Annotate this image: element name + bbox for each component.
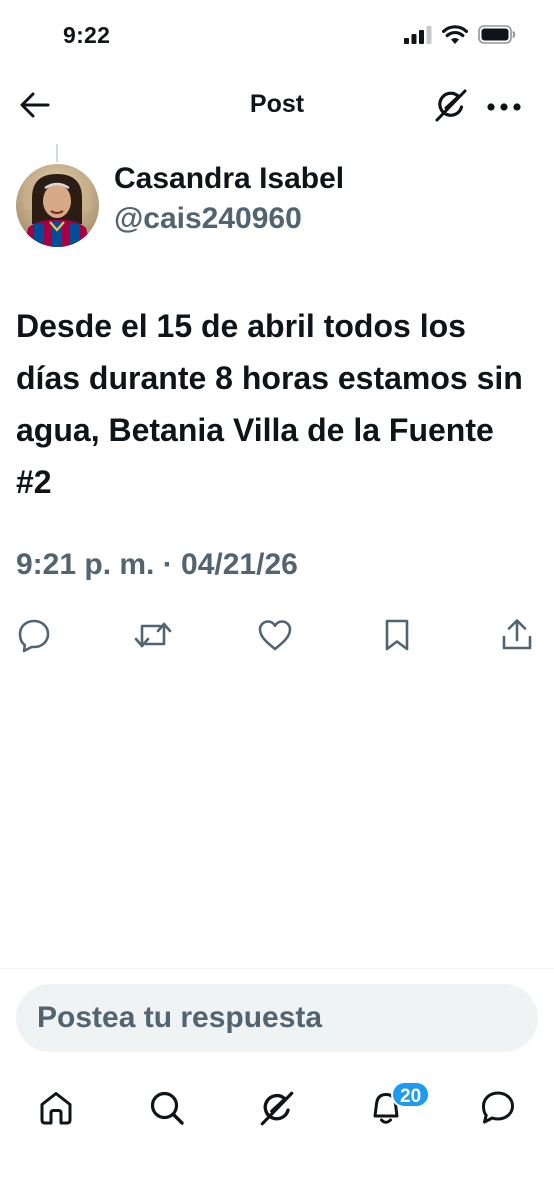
tab-messages[interactable] [473, 1080, 523, 1140]
wifi-icon [442, 25, 468, 44]
post-timestamp[interactable]: 9:21 p. m. · 04/21/26 [16, 548, 298, 582]
reply-input[interactable]: Postea tu respuesta [16, 984, 538, 1052]
grok-icon [257, 1088, 297, 1133]
bookmark-button[interactable] [377, 617, 417, 657]
reply-divider [0, 968, 554, 969]
post-text: Desde el 15 de abril todos los días dura… [16, 308, 523, 500]
status-icons [404, 25, 516, 44]
thread-connector-line [56, 144, 58, 162]
home-icon [37, 1089, 75, 1132]
grok-icon [432, 86, 470, 129]
status-bar: 9:22 [0, 0, 554, 72]
repost-button[interactable] [133, 617, 173, 657]
cellular-signal-icon [404, 25, 432, 44]
share-icon [500, 618, 534, 657]
tab-search[interactable] [142, 1080, 192, 1140]
author-handle[interactable]: @cais240960 [114, 202, 302, 236]
author-name[interactable]: Casandra Isabel [114, 162, 344, 196]
reply-placeholder: Postea tu respuesta [37, 1001, 323, 1034]
search-icon [148, 1089, 186, 1132]
more-horizontal-icon [487, 98, 521, 116]
like-button[interactable] [255, 617, 295, 657]
reply-icon [16, 617, 52, 658]
nav-header: Post [0, 80, 554, 134]
tab-home[interactable] [31, 1080, 81, 1140]
reply-button[interactable] [14, 617, 54, 657]
grok-button[interactable] [432, 88, 470, 126]
share-button[interactable] [497, 617, 537, 657]
repost-icon [134, 618, 172, 657]
page-title: Post [249, 90, 305, 118]
messages-icon [479, 1089, 517, 1132]
status-time: 9:22 [63, 22, 111, 48]
battery-icon [478, 25, 516, 44]
notifications-badge: 20 [391, 1081, 431, 1108]
bottom-tab-bar [0, 1080, 554, 1140]
bookmark-icon [382, 618, 412, 657]
more-options-button[interactable] [486, 90, 522, 124]
avatar[interactable] [16, 164, 99, 247]
post-actions [0, 617, 554, 657]
like-icon [257, 619, 293, 656]
home-indicator [0, 1160, 554, 1200]
tab-grok[interactable] [252, 1080, 302, 1140]
